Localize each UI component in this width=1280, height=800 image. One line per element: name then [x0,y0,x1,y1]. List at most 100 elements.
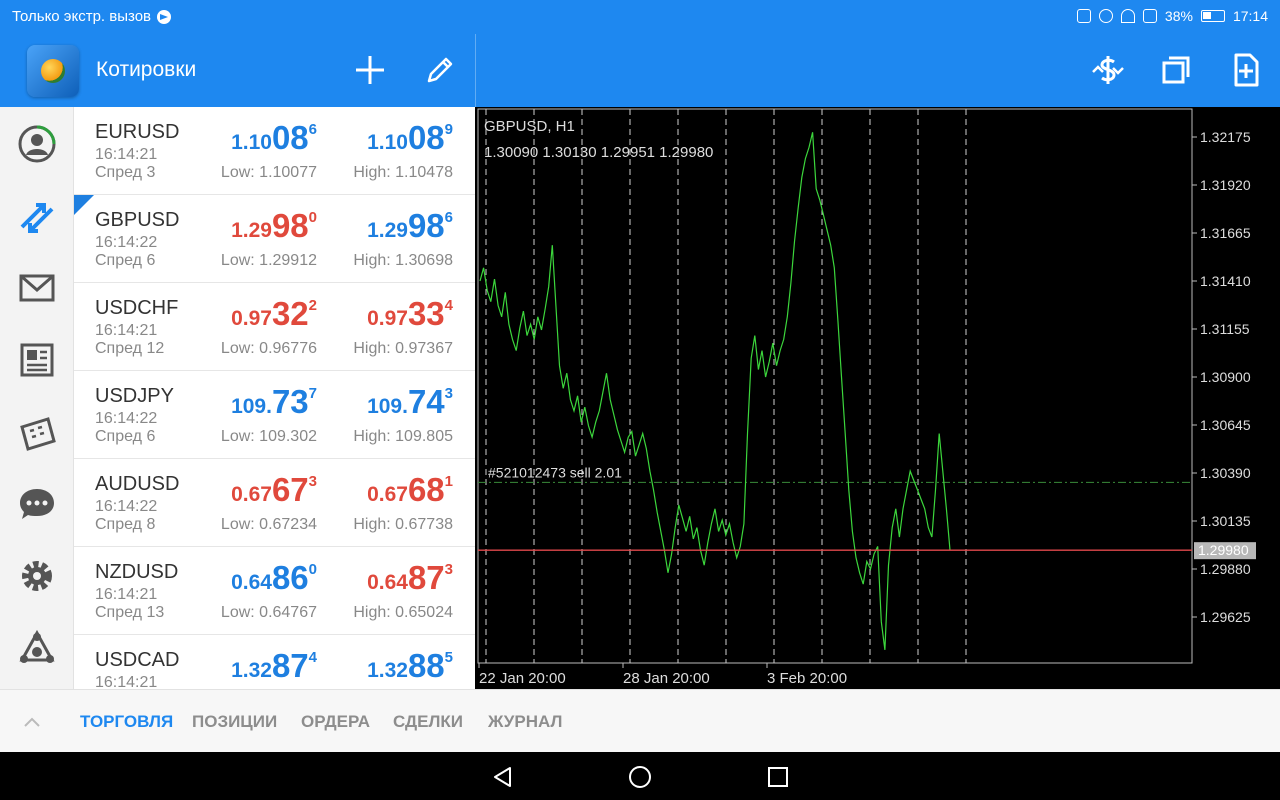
quote-low: Low: 0.64767 [220,604,317,621]
windows-icon[interactable] [1156,50,1196,90]
quote-row[interactable]: USDCHF 16:14:21 Спред 12 0.97322 0.97334 Low:… [74,283,475,371]
y-tick-label: 1.30390 [1200,465,1251,481]
y-tick-label: 1.30645 [1200,417,1251,433]
quote-high: High: 0.97367 [353,340,453,357]
price-prefix: 1.32 [367,659,408,682]
tab-trade[interactable]: ТОРГОВЛЯ [80,712,173,732]
home-icon[interactable] [627,764,653,790]
quote-row[interactable]: AUDUSD 16:14:22 Спред 8 0.67673 0.67681 Low: … [74,459,475,547]
y-tick-label: 1.31410 [1200,273,1251,289]
chart-symbol: GBPUSD, H1 [484,118,575,135]
y-tick-label: 1.31665 [1200,225,1251,241]
price-fraction: 3 [444,561,453,578]
settings-icon[interactable] [14,553,60,599]
recents-icon[interactable] [765,764,791,790]
back-icon[interactable] [490,764,516,790]
quote-time: 16:14:22 [95,498,158,515]
quote-row[interactable]: EURUSD 16:14:21 Спред 3 1.10086 1.10089 Low: … [74,107,475,195]
price-prefix: 1.29 [367,219,408,242]
battery-percent: 38% [1164,8,1193,24]
price-prefix: 0.67 [231,483,272,506]
quote-high: High: 1.10478 [353,164,453,181]
quote-spread: Спред 6 [95,252,156,269]
price-chart[interactable]: 1.32175 1.31920 1.31665 1.31410 1.31155 1.309… [476,107,1280,689]
eye-icon [1098,9,1113,23]
ask-price: 1.32885 [313,647,453,684]
quote-spread: Спред 12 [95,340,165,357]
status-left: Только экстр. вызов [12,8,172,25]
app-logo-icon[interactable] [27,45,79,97]
quotes-icon[interactable] [14,195,60,241]
price-fraction: 5 [444,649,453,666]
add-icon[interactable] [350,50,390,90]
price-pips: 67 [271,471,309,508]
bid-price: 109.737 [177,383,317,420]
chart-frame [477,108,1193,664]
chat-icon[interactable] [14,481,60,527]
quote-high: High: 0.67738 [353,516,453,533]
mail-icon[interactable] [14,265,60,311]
chevron-up-icon[interactable] [22,712,42,732]
bid-price: 1.10086 [177,119,317,156]
header-divider [475,34,476,107]
wifi-icon [1120,9,1135,23]
tab-orders[interactable]: ОРДЕРА [301,712,370,732]
price-series [479,132,951,650]
quote-row[interactable]: USDCAD 16:14:21 1.32874 1.32885 [74,635,475,689]
y-tick-label: 1.31155 [1200,321,1250,337]
price-pips: 08 [271,119,309,156]
order-label: #521012473 sell 2.01 [488,464,622,480]
carrier-text: Только экстр. вызов [12,8,152,25]
system-navigation-bar [0,752,1280,800]
price-pips: 68 [407,471,445,508]
clock: 17:14 [1232,8,1268,24]
selected-marker [74,195,94,215]
x-tick-label: 22 Jan 20:00 [479,670,566,687]
price-prefix: 0.64 [367,571,408,594]
quote-symbol: USDJPY [95,385,174,407]
bid-price: 0.97322 [177,295,317,332]
quote-row[interactable]: USDJPY 16:14:22 Спред 6 109.737 109.743 Low: … [74,371,475,459]
tab-deals[interactable]: СДЕЛКИ [393,712,463,732]
tab-positions[interactable]: ПОЗИЦИИ [192,712,277,732]
price-prefix: 109. [231,395,272,418]
quote-row[interactable]: GBPUSD 16:14:22 Спред 6 1.29980 1.29986 Low: … [74,195,475,283]
quote-spread: Спред 6 [95,428,156,445]
y-tick-label: 1.31920 [1200,177,1251,193]
quote-high: High: 109.805 [353,428,453,445]
price-prefix: 0.67 [367,483,408,506]
quotes-list: EURUSD 16:14:21 Спред 3 1.10086 1.10089 Low: … [74,107,475,689]
quote-symbol: USDCAD [95,649,180,671]
telegram-icon [157,9,172,24]
price-fraction: 6 [444,209,453,226]
currency-icon[interactable] [1088,50,1128,90]
x-tick-label: 28 Jan 20:00 [623,670,710,687]
price-prefix: 109. [367,395,408,418]
price-pips: 87 [271,647,309,684]
price-prefix: 0.97 [231,307,272,330]
calendar-icon[interactable] [14,409,60,455]
vibrate-icon [1076,9,1091,23]
account-icon[interactable] [14,121,60,167]
bid-price: 1.29980 [177,207,317,244]
quote-time: 16:14:22 [95,234,158,251]
price-prefix: 1.10 [367,131,408,154]
price-pips: 33 [407,295,445,332]
news-icon[interactable] [14,337,60,383]
price-pips: 08 [407,119,445,156]
quote-low: Low: 0.67234 [220,516,317,533]
new-document-icon[interactable] [1226,50,1266,90]
x-tick-label: 3 Feb 20:00 [767,670,847,687]
app-header: Котировки [0,34,1280,107]
price-fraction: 4 [444,297,453,314]
chart-panel[interactable]: 1.32175 1.31920 1.31665 1.31410 1.31155 1.309… [476,107,1280,689]
edit-icon[interactable] [420,50,460,90]
ask-price: 0.67681 [313,471,453,508]
tab-journal[interactable]: ЖУРНАЛ [488,712,562,732]
quote-row[interactable]: NZDUSD 16:14:21 Спред 13 0.64860 0.64873 Low:… [74,547,475,635]
quote-time: 16:14:22 [95,410,158,427]
quote-low: Low: 1.29912 [220,252,317,269]
price-prefix: 1.29 [231,219,272,242]
quote-symbol: AUDUSD [95,473,180,495]
community-icon[interactable] [14,627,60,673]
